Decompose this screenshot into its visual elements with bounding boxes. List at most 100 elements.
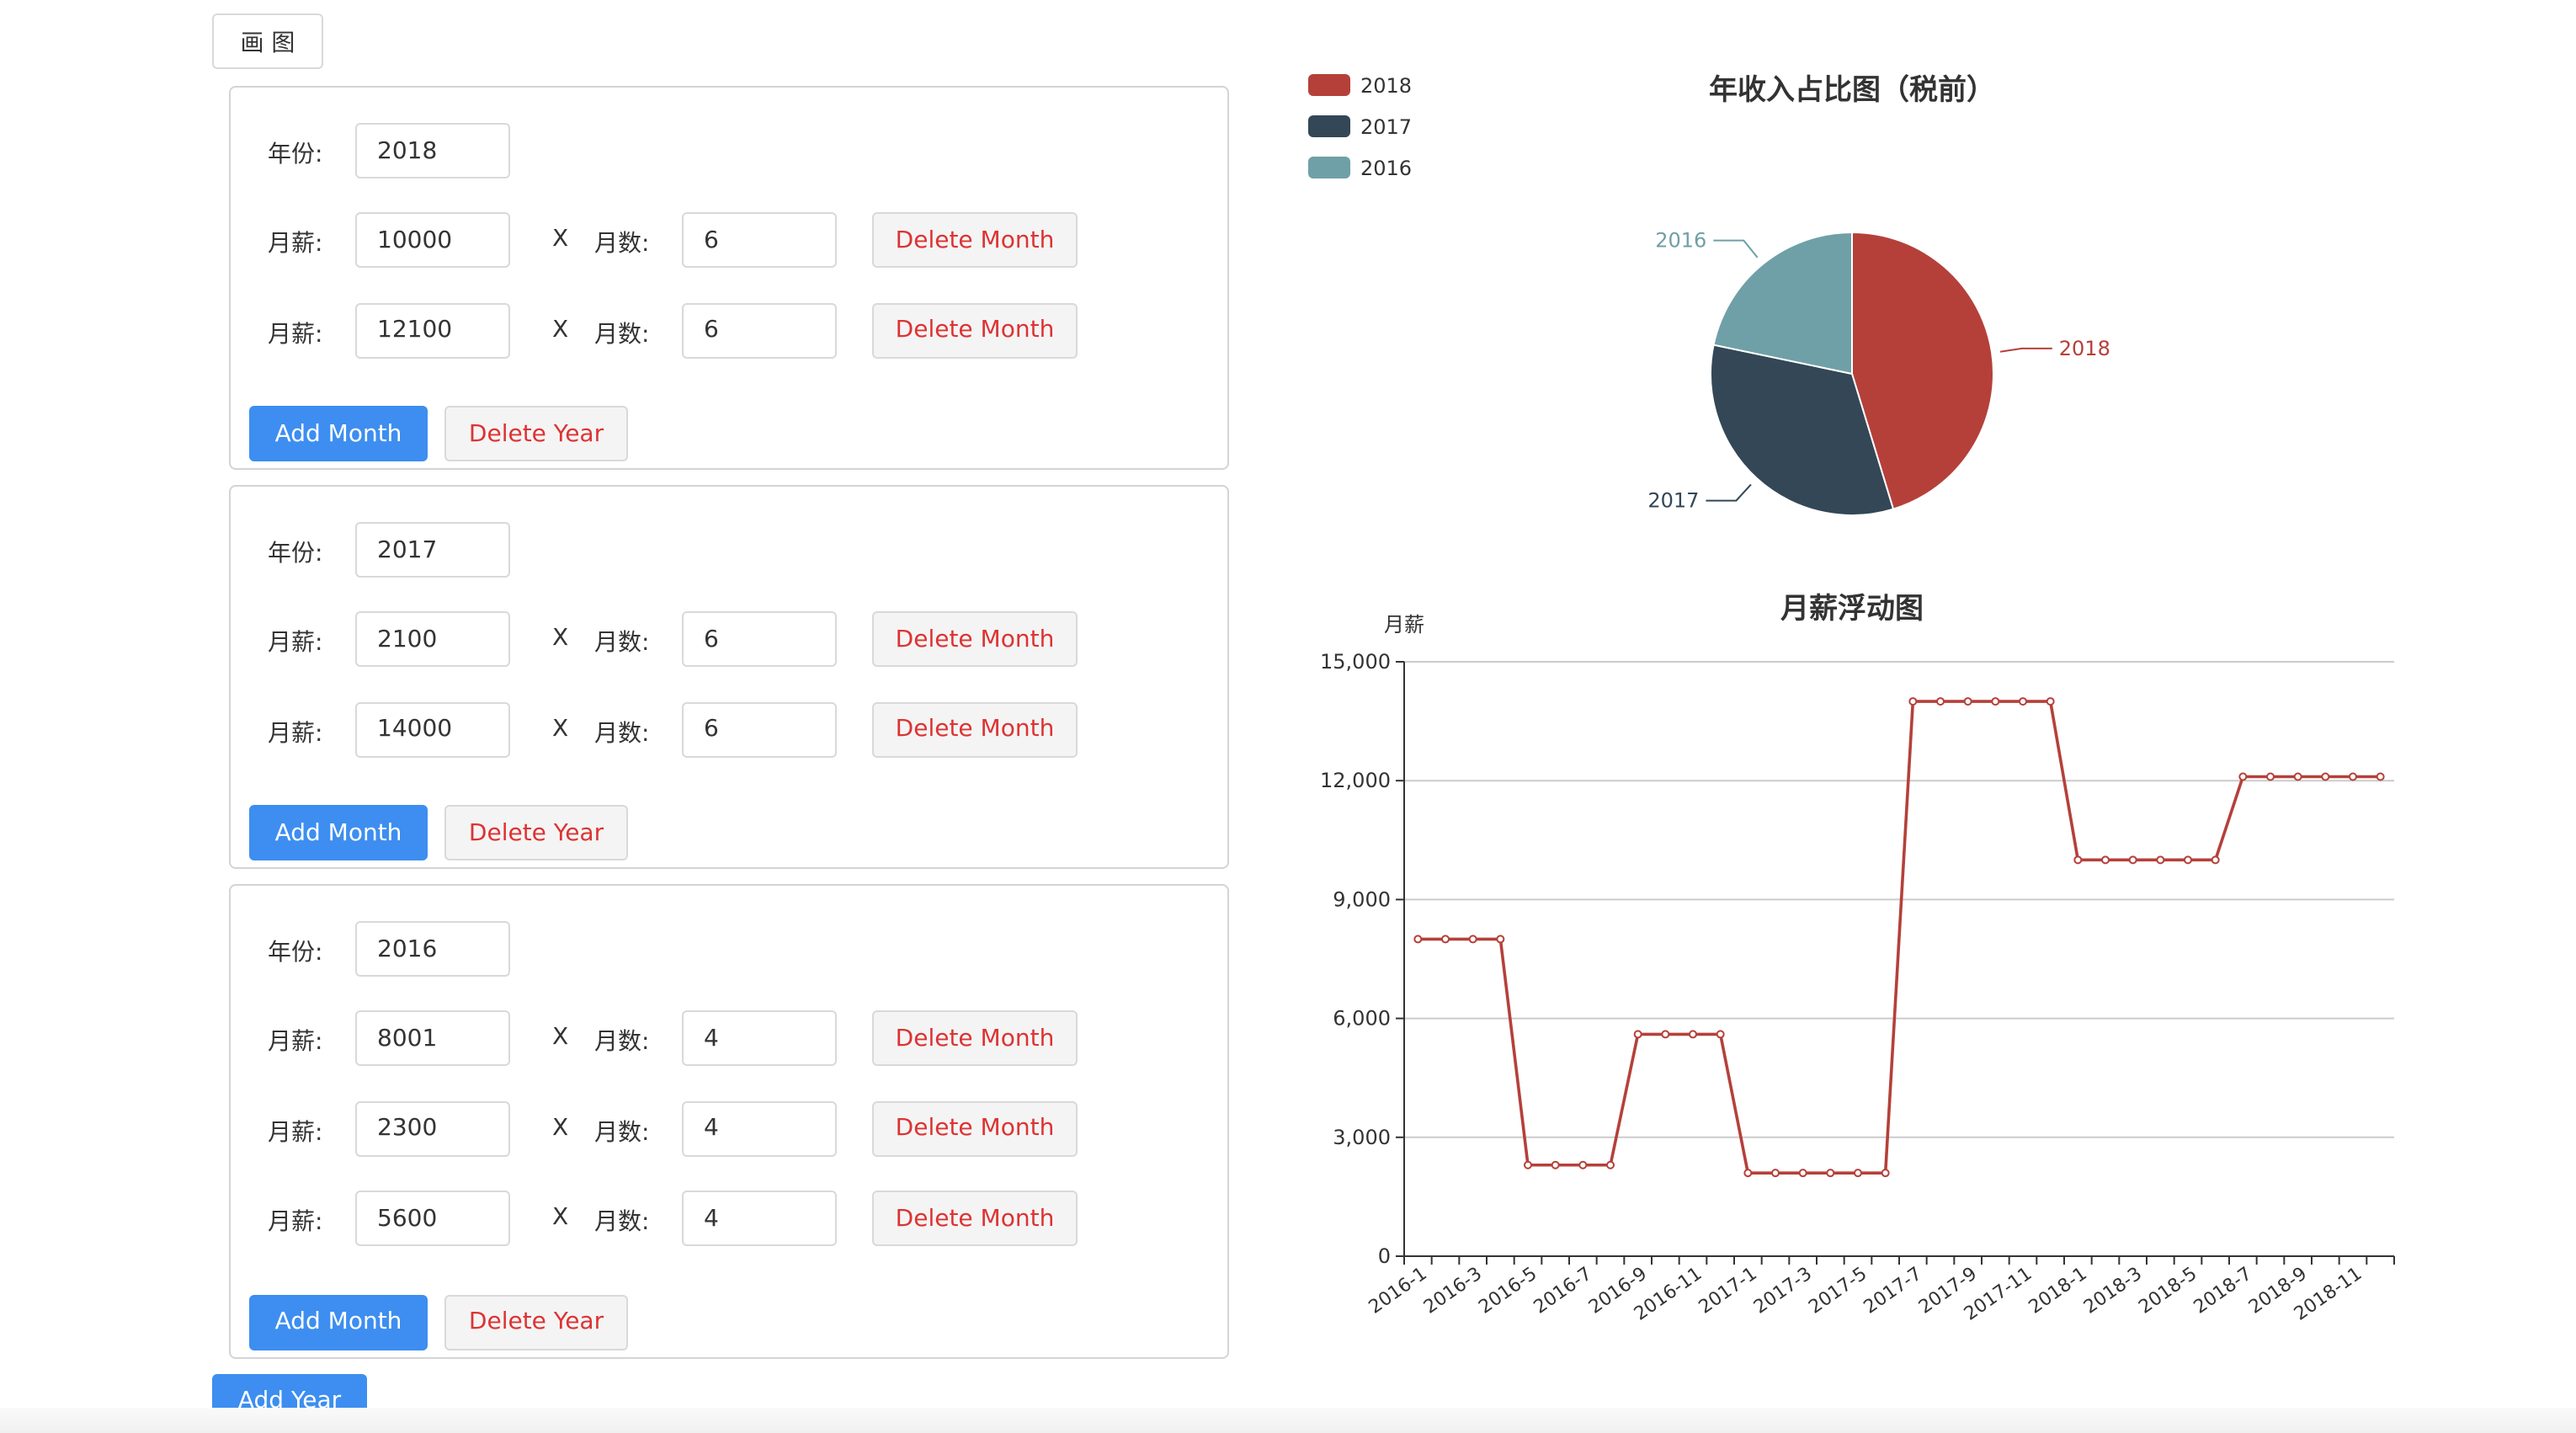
x-tick-label: 2017-5 [1805, 1263, 1871, 1318]
delete-month-button[interactable]: Delete Month [872, 212, 1078, 268]
multiply-sign: X [552, 226, 569, 253]
multiply-sign: X [552, 715, 569, 742]
year-input[interactable] [355, 921, 510, 977]
delete-month-button[interactable]: Delete Month [872, 701, 1078, 757]
months-label: 月数: [594, 1209, 650, 1236]
months-input[interactable] [682, 1191, 837, 1246]
multiply-sign: X [552, 1114, 569, 1141]
data-point[interactable] [1413, 935, 1423, 944]
data-point[interactable] [1908, 697, 1918, 706]
delete-month-button[interactable]: Delete Month [872, 1191, 1078, 1246]
data-point[interactable] [1771, 1169, 1780, 1178]
x-tick-label: 2018-5 [2135, 1263, 2201, 1318]
data-point[interactable] [1716, 1030, 1725, 1039]
salary-label: 月薪: [268, 1119, 323, 1146]
salary-input[interactable] [355, 212, 510, 268]
data-point[interactable] [1606, 1160, 1615, 1169]
delete-month-button[interactable]: Delete Month [872, 302, 1078, 358]
salary-input[interactable] [355, 1191, 510, 1246]
delete-year-button[interactable]: Delete Year [444, 1294, 628, 1350]
months-label: 月数: [594, 630, 650, 657]
data-point[interactable] [2019, 697, 2027, 706]
months-input[interactable] [682, 1100, 837, 1156]
data-point[interactable] [2211, 855, 2220, 865]
salary-input[interactable] [355, 302, 510, 358]
data-point[interactable] [2156, 855, 2165, 865]
salary-input[interactable] [355, 611, 510, 667]
data-point[interactable] [1963, 697, 1972, 706]
draw-button[interactable]: 画 图 [212, 13, 323, 69]
months-label: 月数: [594, 321, 650, 348]
data-point[interactable] [1661, 1030, 1670, 1039]
x-tick-label: 2018-7 [2190, 1263, 2256, 1318]
data-point[interactable] [1798, 1169, 1807, 1178]
legend-swatch-2017[interactable] [1308, 115, 1350, 137]
line-chart: 月薪浮动图月薪 0 3,000 6,000 9,000 12,000 15,000 2016-… [1320, 592, 2395, 1325]
y-tick-label: 0 [1378, 1244, 1391, 1268]
salary-input[interactable] [355, 1100, 510, 1156]
salary-label: 月薪: [268, 1209, 323, 1236]
legend-swatch-2016[interactable] [1308, 157, 1350, 178]
data-point[interactable] [1689, 1030, 1697, 1039]
add-month-button[interactable]: Add Month [249, 406, 428, 461]
salary-label: 月薪: [268, 231, 323, 258]
add-month-button[interactable]: Add Month [249, 805, 428, 860]
data-point[interactable] [1551, 1160, 1560, 1169]
delete-month-button[interactable]: Delete Month [872, 1100, 1078, 1156]
y-axis-label: 月薪 [1384, 613, 1424, 637]
salary-label: 月薪: [268, 321, 323, 348]
data-point[interactable] [2376, 772, 2385, 781]
y-tick-label: 6,000 [1333, 1007, 1391, 1031]
data-point[interactable] [2073, 855, 2083, 865]
delete-year-button[interactable]: Delete Year [444, 805, 628, 860]
pie-label-2017: 2017 [1647, 489, 1699, 513]
data-point[interactable] [1991, 697, 2000, 706]
data-point[interactable] [2238, 772, 2248, 781]
pie-label-2018: 2018 [2059, 337, 2110, 360]
months-label: 月数: [594, 720, 650, 747]
data-point[interactable] [1743, 1169, 1753, 1178]
months-input[interactable] [682, 302, 837, 358]
add-month-button[interactable]: Add Month [249, 1294, 428, 1350]
delete-month-button[interactable]: Delete Month [872, 1010, 1078, 1066]
data-point[interactable] [1524, 1160, 1532, 1169]
year-label: 年份: [268, 541, 323, 567]
data-point[interactable] [1441, 935, 1450, 944]
data-point[interactable] [1826, 1169, 1835, 1178]
data-point[interactable] [2101, 855, 2110, 865]
data-point[interactable] [1496, 935, 1505, 944]
data-point[interactable] [2128, 855, 2137, 865]
data-point[interactable] [2321, 772, 2330, 781]
data-point[interactable] [1854, 1169, 1862, 1178]
data-point[interactable] [1881, 1169, 1890, 1178]
multiply-sign: X [552, 316, 569, 343]
months-input[interactable] [682, 1010, 837, 1066]
salary-label: 月薪: [268, 1029, 323, 1056]
data-point[interactable] [1633, 1030, 1642, 1039]
data-point[interactable] [2046, 697, 2055, 706]
x-tick-label: 2016-3 [1420, 1263, 1486, 1318]
data-point[interactable] [1468, 935, 1477, 944]
year-input[interactable] [355, 123, 510, 178]
data-point[interactable] [2349, 772, 2357, 781]
salary-series-line [1418, 700, 2381, 1175]
data-point[interactable] [2266, 772, 2275, 781]
salary-input[interactable] [355, 1010, 510, 1066]
delete-year-button[interactable]: Delete Year [444, 406, 628, 461]
data-point[interactable] [2184, 855, 2192, 865]
salary-label: 月薪: [268, 720, 323, 747]
months-input[interactable] [682, 212, 837, 268]
months-input[interactable] [682, 611, 837, 667]
x-tick-label: 2016-7 [1530, 1263, 1596, 1318]
delete-month-button[interactable]: Delete Month [872, 611, 1078, 667]
data-point[interactable] [2293, 772, 2302, 781]
data-point[interactable] [1936, 697, 1945, 706]
data-point[interactable] [1578, 1160, 1588, 1169]
year-input[interactable] [355, 522, 510, 578]
legend-label-2016[interactable]: 2016 [1360, 157, 1412, 180]
legend-label-2018[interactable]: 2018 [1360, 74, 1412, 98]
months-input[interactable] [682, 701, 837, 757]
legend-label-2017[interactable]: 2017 [1360, 115, 1412, 139]
salary-input[interactable] [355, 701, 510, 757]
legend-swatch-2018[interactable] [1308, 74, 1350, 96]
